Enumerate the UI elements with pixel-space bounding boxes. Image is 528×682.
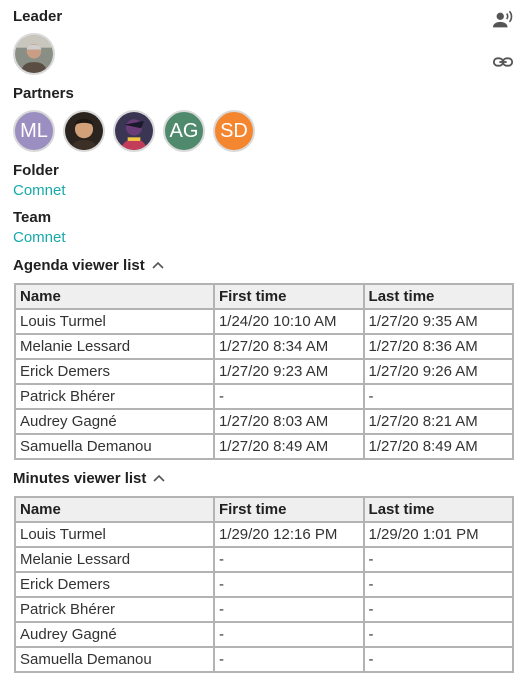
chevron-up-icon[interactable] [152,472,166,486]
cell-first-time: 1/27/20 8:34 AM [212,333,365,360]
cell-first-time: - [212,383,365,410]
folder-label: Folder [13,162,59,179]
cell-first-time: - [212,596,365,623]
cell-name: Samuella Demanou [14,433,215,460]
cell-name: Patrick Bhérer [14,383,215,410]
column-header-last-time[interactable]: Last time [362,283,515,310]
partner-avatar-ml[interactable]: ML [13,110,55,152]
cell-last-time: 1/27/20 9:26 AM [362,358,515,385]
cell-first-time: 1/29/20 12:16 PM [212,521,365,548]
cell-last-time: 1/27/20 8:36 AM [362,333,515,360]
cell-last-time: 1/27/20 8:21 AM [362,408,515,435]
column-header-last-time[interactable]: Last time [362,496,515,523]
cell-name: Melanie Lessard [14,333,215,360]
cell-last-time: - [362,571,515,598]
cell-first-time: - [212,571,365,598]
table-row: Samuella Demanou 1/27/20 8:49 AM 1/27/20 8… [14,433,515,460]
cell-last-time: 1/27/20 9:35 AM [362,308,515,335]
column-header-first-time[interactable]: First time [212,283,365,310]
partner-avatar-ag[interactable]: AG [163,110,205,152]
cell-name: Louis Turmel [14,308,215,335]
minutes-viewer-list-header[interactable]: Minutes viewer list [13,470,166,487]
agenda-viewer-table: Name First time Last time Louis Turmel 1/… [14,283,515,460]
avatar-initials: SD [220,119,248,142]
team-label: Team [13,209,52,226]
cell-last-time: - [362,546,515,573]
cell-name: Audrey Gagné [14,621,215,648]
cell-first-time: 1/27/20 9:23 AM [212,358,365,385]
cell-first-time: 1/27/20 8:49 AM [212,433,365,460]
cell-name: Louis Turmel [14,521,215,548]
cell-last-time: - [362,621,515,648]
cell-name: Audrey Gagné [14,408,215,435]
cell-name: Erick Demers [14,571,215,598]
table-row: Louis Turmel 1/29/20 12:16 PM 1/29/20 1:01… [14,521,515,548]
partner-avatar-sd[interactable]: SD [213,110,255,152]
avatar-initials: AG [169,119,199,142]
partner-avatar-photo-1[interactable] [63,110,105,152]
table-header-row: Name First time Last time [14,283,515,310]
partners-label: Partners [13,85,74,102]
cell-first-time: 1/24/20 10:10 AM [212,308,365,335]
minutes-viewer-list-title: Minutes viewer list [13,470,147,487]
person-voice-icon[interactable] [491,8,515,32]
cell-name: Erick Demers [14,358,215,385]
table-row: Audrey Gagné 1/27/20 8:03 AM 1/27/20 8:21 … [14,408,515,435]
cell-first-time: 1/27/20 8:03 AM [212,408,365,435]
cell-last-time: - [362,596,515,623]
agenda-viewer-list-header[interactable]: Agenda viewer list [13,257,165,274]
table-row: Erick Demers - - [14,571,515,598]
cell-name: Samuella Demanou [14,646,215,673]
cell-first-time: - [212,621,365,648]
table-row: Patrick Bhérer - - [14,383,515,410]
cell-first-time: - [212,646,365,673]
agenda-viewer-list-title: Agenda viewer list [13,257,145,274]
table-row: Melanie Lessard 1/27/20 8:34 AM 1/27/20 8:… [14,333,515,360]
leader-avatar[interactable] [13,33,55,75]
leader-label: Leader [13,8,63,25]
cell-last-time: - [362,646,515,673]
link-icon[interactable] [491,50,515,74]
cell-last-time: 1/29/20 1:01 PM [362,521,515,548]
chevron-up-icon[interactable] [151,259,165,273]
cell-first-time: - [212,546,365,573]
team-link[interactable]: Comnet [13,229,66,246]
table-row: Audrey Gagné - - [14,621,515,648]
cell-last-time: 1/27/20 8:49 AM [362,433,515,460]
cell-name: Patrick Bhérer [14,596,215,623]
table-row: Erick Demers 1/27/20 9:23 AM 1/27/20 9:26 … [14,358,515,385]
folder-link[interactable]: Comnet [13,182,66,199]
avatar-initials: ML [20,119,48,142]
table-row: Louis Turmel 1/24/20 10:10 AM 1/27/20 9:35… [14,308,515,335]
column-header-first-time[interactable]: First time [212,496,365,523]
table-row: Samuella Demanou - - [14,646,515,673]
table-row: Patrick Bhérer - - [14,596,515,623]
table-row: Melanie Lessard - - [14,546,515,573]
minutes-viewer-table: Name First time Last time Louis Turmel 1/… [14,496,515,673]
cell-last-time: - [362,383,515,410]
table-header-row: Name First time Last time [14,496,515,523]
column-header-name[interactable]: Name [14,496,215,523]
partner-avatar-photo-2[interactable] [113,110,155,152]
column-header-name[interactable]: Name [14,283,215,310]
cell-name: Melanie Lessard [14,546,215,573]
